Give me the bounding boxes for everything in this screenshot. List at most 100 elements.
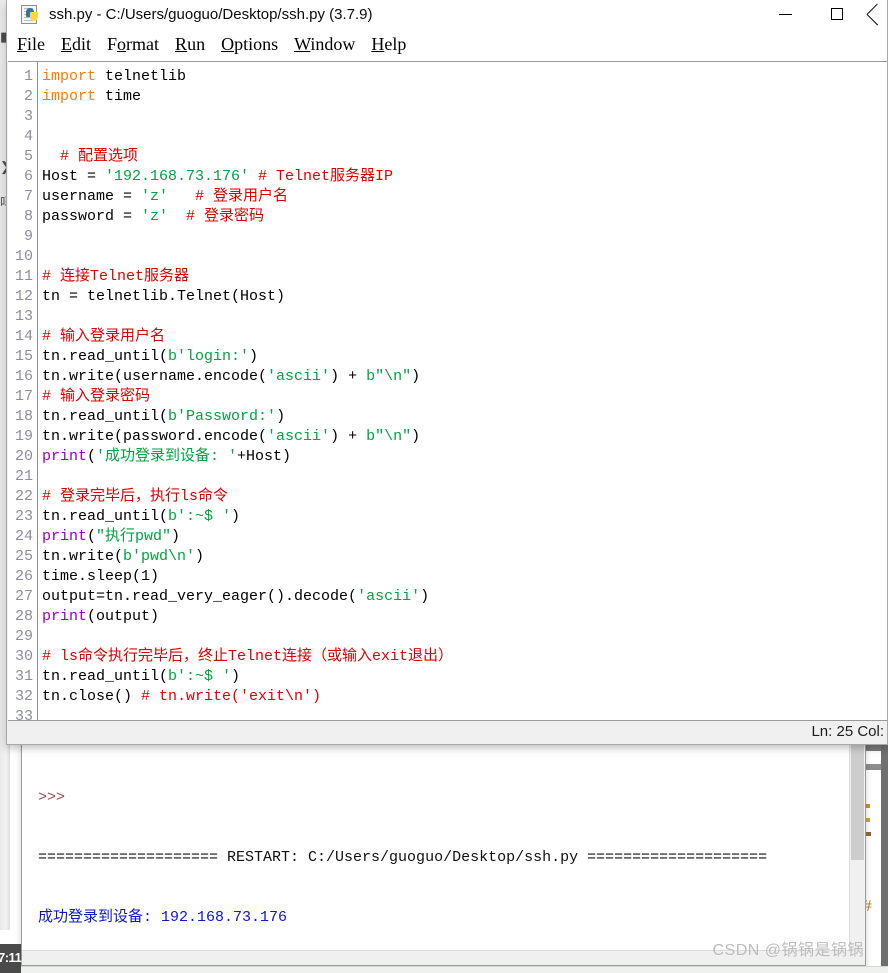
code-token: # 登录用户名 [168, 188, 289, 205]
idle-shell-window[interactable]: >>> ==================== RESTART: C:/Use… [21, 738, 866, 966]
menu-edit[interactable]: Edit [61, 34, 91, 55]
taskbar-clock-chunk[interactable]: 7:11 [0, 944, 22, 973]
window-title: ssh.py - C:/Users/guoguo/Desktop/ssh.py … [49, 5, 373, 23]
code-token: # 输入登录用户名 [42, 328, 166, 345]
code-line[interactable]: print("执行pwd") [42, 527, 453, 547]
menu-options[interactable]: Options [221, 34, 278, 55]
code-editor-area[interactable]: 1 2 3 4 5 6 7 8 9 10 11 12 13 14 15 16 17 18 19 20 21 22 23 24 2… [8, 61, 887, 721]
code-token: tn.close() [42, 688, 142, 705]
code-line[interactable]: print(output) [42, 607, 453, 627]
line-number: 15 [14, 348, 33, 365]
code-line[interactable] [42, 707, 453, 720]
line-number: 5 [23, 148, 33, 165]
idle-editor-window[interactable]: ssh.py - C:/Users/guoguo/Desktop/ssh.py … [6, 0, 888, 745]
code-line[interactable]: # 配置选项 [42, 147, 453, 167]
maximize-button[interactable] [811, 0, 863, 28]
code-token: # tn.write('exit\n') [141, 688, 322, 705]
code-line[interactable]: tn.read_until(b':~$ ') [42, 507, 453, 527]
menu-window[interactable]: Window [294, 34, 355, 55]
code-token: ( [87, 528, 97, 545]
code-token: +Host) [237, 448, 292, 465]
menu-format[interactable]: Format [107, 34, 159, 55]
code-line[interactable]: tn.read_until(b'Password:') [42, 407, 453, 427]
code-line[interactable]: tn.write(password.encode('ascii') + b"\n… [42, 427, 453, 447]
code-line[interactable]: password = 'z' # 登录密码 [42, 207, 453, 227]
code-line[interactable] [42, 127, 453, 147]
line-number: 17 [14, 388, 33, 405]
code-token: time.sleep(1) [42, 568, 160, 585]
code-token: ) [231, 668, 241, 685]
code-token: # 配置选项 [42, 148, 139, 165]
code-line[interactable]: time.sleep(1) [42, 567, 453, 587]
minimize-button[interactable] [759, 0, 811, 28]
code-line[interactable]: tn.close() # tn.write('exit\n') [42, 687, 453, 707]
code-token: output=tn.read_very_eager().decode( [42, 588, 358, 605]
code-token: ) [420, 588, 430, 605]
code-line[interactable]: # 连接Telnet服务器 [42, 267, 453, 287]
menu-help[interactable]: Help [371, 34, 406, 55]
code-token: b'pwd\n' [123, 548, 196, 565]
screen-root: ◧ ❯ 吗 # >>> ==================== RESTART… [0, 0, 888, 973]
code-content[interactable]: import telnetlib import time # 配置选项 Host =… [42, 67, 453, 720]
code-line[interactable] [42, 107, 453, 127]
code-line[interactable]: print('成功登录到设备: '+Host) [42, 447, 453, 467]
code-token: ) + [330, 368, 367, 385]
code-line[interactable]: import time [42, 87, 453, 107]
code-line[interactable]: # ls命令执行完毕后，终止Telnet连接（或输入exit退出） [42, 647, 453, 667]
line-number: 33 [14, 708, 33, 721]
menu-file[interactable]: File [17, 34, 45, 55]
taskbar-strip [21, 966, 888, 973]
code-line[interactable] [42, 247, 453, 267]
close-button[interactable] [863, 0, 887, 28]
code-token: tn.write( [42, 548, 124, 565]
code-token: ) [171, 528, 181, 545]
code-line[interactable]: tn.write(username.encode('ascii') + b"\n… [42, 367, 453, 387]
line-number: 10 [14, 248, 33, 265]
code-token: tn = telnetlib.Telnet(Host) [42, 288, 286, 305]
code-token: 'ascii' [267, 368, 331, 385]
shell-vertical-scrollbar-thumb[interactable] [851, 740, 864, 860]
code-token: (output) [87, 608, 160, 625]
code-line[interactable] [42, 227, 453, 247]
shell-line: >>> [38, 789, 66, 806]
code-line[interactable]: import telnetlib [42, 67, 453, 87]
code-line[interactable]: # 登录完毕后，执行ls命令 [42, 487, 453, 507]
code-token: import [42, 88, 97, 105]
close-icon [867, 8, 880, 21]
line-number: 22 [14, 488, 33, 505]
code-token: b':~$ ' [168, 508, 232, 525]
code-line[interactable] [42, 467, 453, 487]
code-line[interactable]: # 输入登录密码 [42, 387, 453, 407]
code-line[interactable]: output=tn.read_very_eager().decode('asci… [42, 587, 453, 607]
code-token: tn.write(username.encode( [42, 368, 268, 385]
code-token: b"\n" [366, 368, 412, 385]
code-token: 'z' [141, 188, 169, 205]
code-line[interactable]: tn.read_until(b'login:') [42, 347, 453, 367]
maximize-icon [831, 8, 843, 20]
code-token: password = [42, 208, 142, 225]
code-token: "执行pwd" [96, 528, 172, 545]
code-line[interactable]: tn = telnetlib.Telnet(Host) [42, 287, 453, 307]
line-number: 3 [23, 108, 33, 125]
code-line[interactable]: # 输入登录用户名 [42, 327, 453, 347]
menu-run[interactable]: Run [175, 34, 205, 55]
code-line[interactable]: tn.write(b'pwd\n') [42, 547, 453, 567]
code-line[interactable]: Host = '192.168.73.176' # Telnet服务器IP [42, 167, 453, 187]
code-token: '192.168.73.176' [105, 168, 250, 185]
line-number: 28 [14, 608, 33, 625]
line-number: 20 [14, 448, 33, 465]
code-line[interactable] [42, 307, 453, 327]
menubar: File Edit Format Run Options Window Help [7, 28, 887, 61]
code-line[interactable] [42, 627, 453, 647]
shell-output-text: >>> ==================== RESTART: C:/Use… [38, 748, 767, 965]
code-token: telnetlib [96, 68, 187, 85]
code-line[interactable]: username = 'z' # 登录用户名 [42, 187, 453, 207]
code-token: b':~$ ' [168, 668, 232, 685]
code-token: tn.read_until( [42, 668, 169, 685]
code-token: Host = [42, 168, 106, 185]
line-number: 13 [14, 308, 33, 325]
code-line[interactable]: tn.read_until(b':~$ ') [42, 667, 453, 687]
editor-titlebar[interactable]: ssh.py - C:/Users/guoguo/Desktop/ssh.py … [7, 0, 887, 28]
shell-vertical-scrollbar[interactable] [849, 738, 865, 965]
line-number: 31 [14, 668, 33, 685]
